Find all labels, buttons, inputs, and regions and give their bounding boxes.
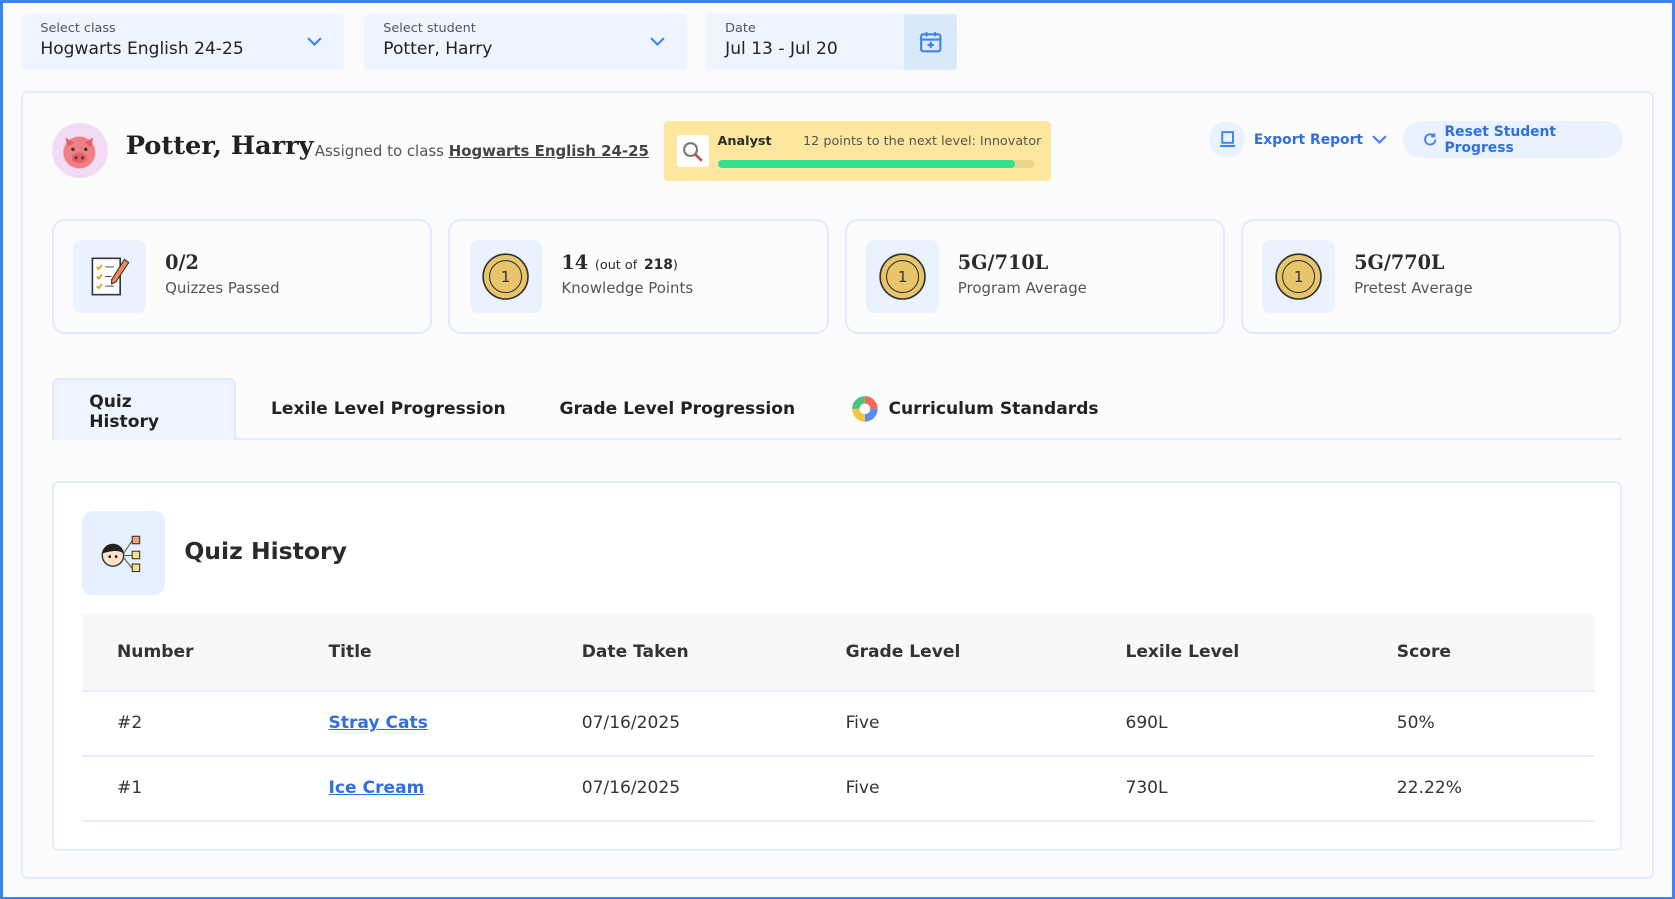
tab-lexile-level-progression[interactable]: Lexile Level Progression — [236, 378, 541, 440]
tab-label: Curriculum Standards — [888, 398, 1099, 419]
reset-progress-button[interactable]: Reset Student Progress — [1403, 121, 1624, 158]
student-map-icon — [81, 511, 166, 595]
lexile-level: 690L — [1125, 690, 1397, 757]
column-header: Number — [81, 613, 329, 692]
tab-label: Grade Level Progression — [559, 398, 796, 419]
coin-icon: 1 — [865, 239, 939, 313]
stat-card-pretest-average: 1 5G/770L Pretest Average — [1241, 218, 1622, 335]
student-avatar — [52, 122, 108, 179]
next-level-text: 12 points to the next level: Innovator — [803, 134, 1042, 150]
svg-text:1: 1 — [897, 268, 907, 286]
date-taken: 07/16/2025 — [581, 690, 846, 757]
knowledge-points-number: 14 — [561, 250, 589, 274]
tab-quiz-history[interactable]: Quiz History — [52, 377, 236, 440]
pretest-average-label: Pretest Average — [1354, 279, 1473, 298]
select-class-value: Hogwarts English 24-25 — [40, 39, 244, 60]
column-header: Lexile Level — [1125, 613, 1397, 692]
table-row: #2 Stray Cats 07/16/2025 Five 690L 50% — [81, 690, 1595, 757]
column-header: Date Taken — [581, 613, 846, 692]
table-header-row: Number Title Date Taken Grade Level Lexi… — [81, 613, 1595, 692]
coin-icon: 1 — [469, 239, 543, 313]
out-of-prefix: (out of — [594, 257, 638, 273]
score: 50% — [1396, 690, 1595, 757]
select-student-value: Potter, Harry — [383, 39, 493, 60]
quiz-title-link[interactable]: Stray Cats — [329, 713, 428, 733]
table-row: #1 Ice Cream 07/16/2025 Five 730L 22.22% — [81, 755, 1595, 822]
out-of-suffix: ) — [672, 257, 678, 273]
current-level: Analyst — [717, 134, 772, 150]
quizzes-passed-label: Quizzes Passed — [165, 279, 280, 298]
level-progress-fill — [717, 159, 1015, 169]
chevron-down-icon — [650, 33, 666, 51]
select-class-dropdown[interactable]: Select class Hogwarts English 24-25 — [21, 13, 344, 71]
total-points: 218 — [643, 256, 673, 273]
pig-icon — [63, 136, 96, 169]
class-link[interactable]: Hogwarts English 24-25 — [449, 142, 649, 160]
column-header: Grade Level — [845, 613, 1126, 692]
stat-card-knowledge-points: 1 14 (out of 218) Knowledge Points — [448, 218, 829, 335]
calendar-button[interactable] — [903, 13, 957, 71]
assigned-prefix: Assigned to class — [314, 141, 444, 160]
date-range-picker[interactable]: Date Jul 13 - Jul 20 — [705, 13, 957, 71]
score: 22.22% — [1396, 755, 1595, 822]
student-name: Potter, Harry — [125, 131, 314, 162]
assigned-class-text: Assigned to class Hogwarts English 24-25 — [315, 142, 649, 160]
stat-card-quizzes: 0/2 Quizzes Passed — [52, 218, 433, 335]
tab-label: Quiz History — [89, 391, 160, 432]
quiz-history-section: Quiz History Number Title Date Taken Gra… — [52, 481, 1623, 852]
calendar-icon — [919, 32, 941, 53]
date-taken: 07/16/2025 — [581, 755, 846, 822]
tab-grade-level-progression[interactable]: Grade Level Progression — [524, 378, 830, 440]
quiz-number: #1 — [81, 755, 329, 822]
select-student-dropdown[interactable]: Select student Potter, Harry — [364, 13, 687, 71]
reset-progress-label: Reset Student Progress — [1444, 123, 1557, 156]
pie-chart-icon — [852, 395, 878, 422]
quiz-number: #2 — [81, 690, 329, 757]
stat-card-program-average: 1 5G/710L Program Average — [844, 218, 1225, 335]
tab-curriculum-standards[interactable]: Curriculum Standards — [816, 378, 1134, 440]
student-report-page: Select class Hogwarts English 24-25 Sele… — [0, 0, 1675, 899]
quiz-history-table: Number Title Date Taken Grade Level Lexi… — [81, 613, 1595, 822]
chevron-down-icon — [307, 33, 323, 51]
svg-text:1: 1 — [501, 268, 511, 286]
quiz-title-link[interactable]: Ice Cream — [329, 778, 425, 798]
chevron-down-icon — [1371, 135, 1387, 144]
quiz-checklist-icon — [73, 239, 146, 313]
column-header: Title — [328, 613, 582, 692]
lexile-level: 730L — [1125, 755, 1397, 822]
student-panel: Potter, Harry Assigned to class Hogwarts… — [21, 90, 1654, 879]
program-average-label: Program Average — [957, 279, 1087, 298]
knowledge-points-value: 14 (out of 218) — [561, 251, 677, 274]
program-average-value: 5G/710L — [957, 250, 1049, 274]
magnifier-icon — [676, 135, 709, 168]
svg-text:1: 1 — [1294, 268, 1304, 286]
quizzes-passed-value: 0/2 — [165, 250, 199, 274]
column-header: Score — [1396, 613, 1595, 692]
level-progress-bar — [717, 159, 1034, 169]
export-report-label: Export Report — [1253, 131, 1364, 148]
tab-label: Lexile Level Progression — [270, 398, 506, 419]
knowledge-points-label: Knowledge Points — [561, 279, 694, 298]
coin-icon: 1 — [1262, 239, 1335, 313]
export-report-button[interactable]: Export Report — [1208, 121, 1395, 158]
grade-level: Five — [845, 755, 1126, 822]
grade-level: Five — [845, 690, 1126, 757]
refresh-icon — [1423, 133, 1436, 146]
export-icon — [1208, 121, 1246, 158]
section-title: Quiz History — [184, 536, 347, 565]
select-student-label: Select student — [383, 21, 476, 37]
level-badge: Analyst 12 points to the next level: Inn… — [664, 121, 1051, 182]
select-class-label: Select class — [40, 21, 116, 37]
tab-bar: Quiz History Lexile Level Progression Gr… — [52, 377, 1623, 440]
pretest-average-value: 5G/770L — [1354, 250, 1445, 274]
